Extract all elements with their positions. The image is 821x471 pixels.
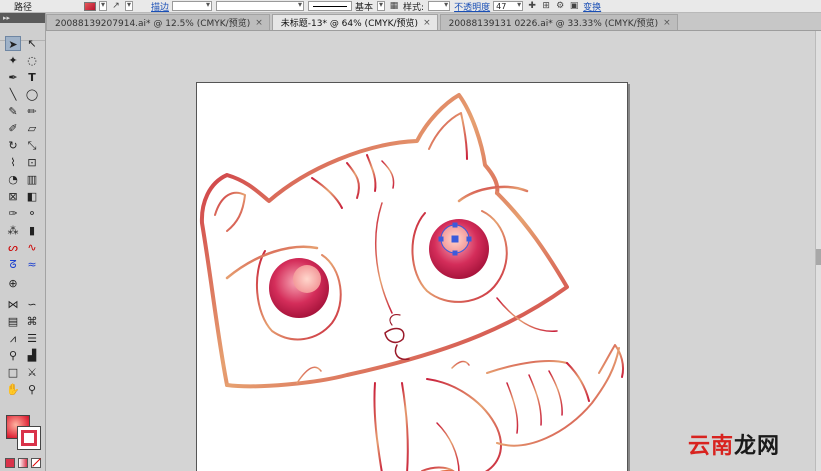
tab-document-1-label: 20088139207914.ai* @ 12.5% (CMYK/预览) [55,19,251,29]
style-label: 样式: [403,2,425,13]
hand-tool-icon[interactable]: ✋ [5,382,21,397]
scissors-tool-icon[interactable]: ≈ [24,257,40,272]
crosshair-tool-icon[interactable]: ⊕ [5,276,21,291]
column-graph-tool-icon[interactable]: ▮ [24,223,40,238]
magic-wand-tool-icon[interactable]: ✦ [5,53,21,68]
eyedropper-tool-icon[interactable]: ✑ [5,206,21,221]
cat-illustration[interactable] [197,83,628,471]
stroke-dropdown[interactable] [125,0,134,11]
none-mode-button[interactable] [31,458,41,468]
pen-tool-icon[interactable]: ✒ [5,70,21,85]
graph-tool-icon[interactable]: ⩘ [5,331,21,346]
blob-brush-tool-icon[interactable]: ✐ [5,121,21,136]
tab-document-2-label: 未标题-13* @ 64% (CMYK/预览) [280,19,419,29]
watermark-red: 云南 [688,434,735,459]
direct-selection-tool-icon[interactable]: ↖ [24,36,40,51]
width-tool-icon[interactable]: ᘔ [5,257,21,272]
symbol-sprayer-tool-icon[interactable]: ⁂ [5,223,21,238]
gradient-mode-button[interactable] [18,458,28,468]
free-transform-tool-icon[interactable]: ⊡ [24,155,40,170]
gradient-tool-icon[interactable]: ◧ [24,189,40,204]
live-paint-select-tool-icon[interactable]: ▟ [24,348,40,363]
control-panel: 路径 ↗ 描边 基本 ▦ 样式: 不透明度 47 ✚ ⊞ ⚙ ▣ 变换 [0,0,821,13]
type-tool-icon[interactable]: T [24,70,40,85]
opacity-field[interactable]: 47 [493,0,524,11]
close-icon[interactable]: × [663,18,671,28]
graphic-style-icon[interactable]: ▦ [389,1,399,11]
warp-tool-icon[interactable]: ⌇ [5,155,21,170]
color-mode-button[interactable] [5,458,15,468]
tools-panel: ▸▸ ➤ ↖ ✦ ◌ ✒ T ╲ ◯ ✎ ✏ ✐ ▱ ↻ ⤡ ⌇ ⊡ ◔ ▥ ⊠… [0,13,46,471]
close-icon[interactable]: × [423,18,431,28]
align-icon[interactable]: ⊞ [541,1,551,11]
tab-document-3[interactable]: 20088139131 0226.ai* @ 33.33% (CMYK/预览) … [439,14,678,30]
tab-document-1[interactable]: 20088139207914.ai* @ 12.5% (CMYK/预览) × [46,14,270,30]
shape-builder-tool-icon[interactable]: ◔ [5,172,21,187]
slice-tool-icon[interactable]: ∿ [24,240,40,255]
variable-width-dropdown[interactable] [216,0,305,11]
fill-stroke-widget[interactable] [6,415,42,451]
stroke-profile[interactable] [308,1,353,11]
recolor-icon[interactable]: ✚ [527,1,537,11]
site-watermark: 云南龙网 [688,428,780,460]
live-paint-tool-icon[interactable]: ⚲ [5,348,21,363]
stroke-icon[interactable]: ↗ [111,1,121,11]
wave-tool-icon[interactable]: ∽ [24,297,40,312]
opacity-link[interactable]: 不透明度 [454,0,490,13]
stroke-color-box[interactable] [17,426,41,450]
transform-link[interactable]: 变换 [583,0,601,13]
grid-tool-icon[interactable]: ▤ [5,314,21,329]
brush-link[interactable]: 描边 [151,0,169,13]
selection-tool-icon[interactable]: ➤ [5,36,21,51]
style-dropdown[interactable] [428,0,451,11]
paintbrush-tool-icon[interactable]: ✎ [5,104,21,119]
illustrator-window: 路径 ↗ 描边 基本 ▦ 样式: 不透明度 47 ✚ ⊞ ⚙ ▣ 变换 ▸▸ ➤… [0,0,821,471]
tools-panel-header[interactable]: ▸▸ [0,13,45,23]
ellipse-tool-icon[interactable]: ◯ [24,87,40,102]
perspective-grid-tool-icon[interactable]: ▥ [24,172,40,187]
color-mode-buttons [5,458,41,468]
scale-tool-icon[interactable]: ⤡ [24,138,40,153]
mesh-tool-icon[interactable]: ⊠ [5,189,21,204]
artboard-tool-icon[interactable]: ᔕ [5,240,21,255]
document-tabs: 20088139207914.ai* @ 12.5% (CMYK/预览) × 未… [46,13,821,31]
tab-document-2[interactable]: 未标题-13* @ 64% (CMYK/预览) × [271,14,438,30]
vertical-scrollbar[interactable] [815,31,821,471]
scrollbar-thumb[interactable] [816,249,821,265]
stroke-weight-dropdown[interactable] [172,0,213,11]
path-label: 路径 [14,2,33,13]
fill-swatch[interactable] [84,1,97,11]
tab-document-3-label: 20088139131 0226.ai* @ 33.33% (CMYK/预览) [448,19,659,29]
zoom-tool-icon[interactable]: ⚲ [24,382,40,397]
left-pupil [293,265,321,293]
eraser-tool-icon[interactable]: ▱ [24,121,40,136]
fill-dropdown[interactable] [99,0,108,11]
knife-tool-icon[interactable]: ⚔ [24,365,40,380]
stroke-style-dropdown[interactable] [377,0,386,11]
blend-tool-icon[interactable]: ⚬ [24,206,40,221]
gear-icon[interactable]: ⚙ [555,1,565,11]
pencil-tool-icon[interactable]: ✏ [24,104,40,119]
crystallize-tool-icon[interactable]: ⌘ [24,314,40,329]
watermark-black: 龙网 [734,434,781,459]
canvas-pasteboard[interactable] [46,31,821,471]
lasso-tool-icon[interactable]: ◌ [24,53,40,68]
rectangle-tool-icon[interactable]: □ [5,365,21,380]
artboard[interactable] [196,82,628,471]
stroke-style-label: 基本 [355,2,374,13]
envelope-tool-icon[interactable]: ⋈ [5,297,21,312]
isolate-icon[interactable]: ▣ [569,1,579,11]
line-tool-icon[interactable]: ╲ [5,87,21,102]
rotate-tool-icon[interactable]: ↻ [5,138,21,153]
list-tool-icon[interactable]: ☰ [24,331,40,346]
close-icon[interactable]: × [255,18,263,28]
